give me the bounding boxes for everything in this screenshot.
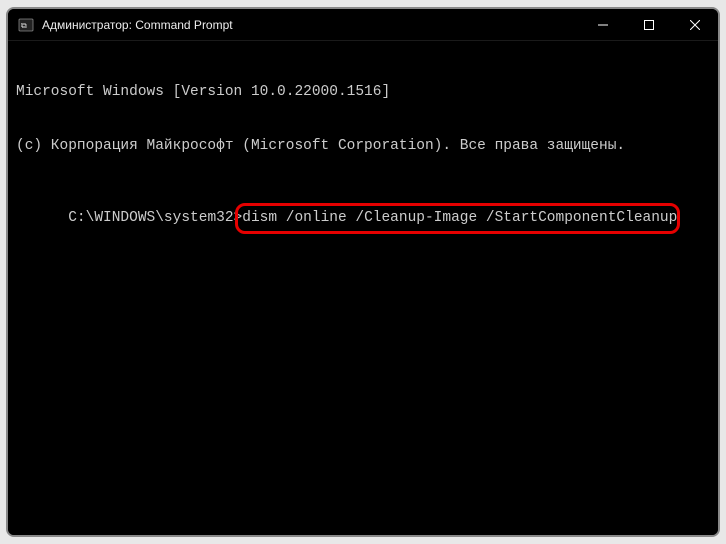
titlebar-left: ⧉ Администратор: Command Prompt <box>8 17 233 33</box>
minimize-button[interactable] <box>580 9 626 40</box>
command-prompt-window: ⧉ Администратор: Command Prompt Microsof… <box>8 9 718 535</box>
window-title: Администратор: Command Prompt <box>42 18 233 32</box>
close-button[interactable] <box>672 9 718 40</box>
window-controls <box>580 9 718 40</box>
terminal-prompt: C:\WINDOWS\system32> <box>68 210 242 226</box>
window-frame: ⧉ Администратор: Command Prompt Microsof… <box>6 7 720 537</box>
terminal-prompt-line: C:\WINDOWS\system32>dism /online /Cleanu… <box>68 209 677 227</box>
terminal-command: dism /online /Cleanup-Image /StartCompon… <box>242 210 677 226</box>
titlebar[interactable]: ⧉ Администратор: Command Prompt <box>8 9 718 41</box>
terminal-area[interactable]: Microsoft Windows [Version 10.0.22000.15… <box>8 41 718 535</box>
svg-text:⧉: ⧉ <box>21 21 27 30</box>
terminal-output-line: (c) Корпорация Майкрософт (Microsoft Cor… <box>16 137 710 155</box>
cmd-icon: ⧉ <box>18 17 34 33</box>
terminal-output-line: Microsoft Windows [Version 10.0.22000.15… <box>16 83 710 101</box>
maximize-button[interactable] <box>626 9 672 40</box>
